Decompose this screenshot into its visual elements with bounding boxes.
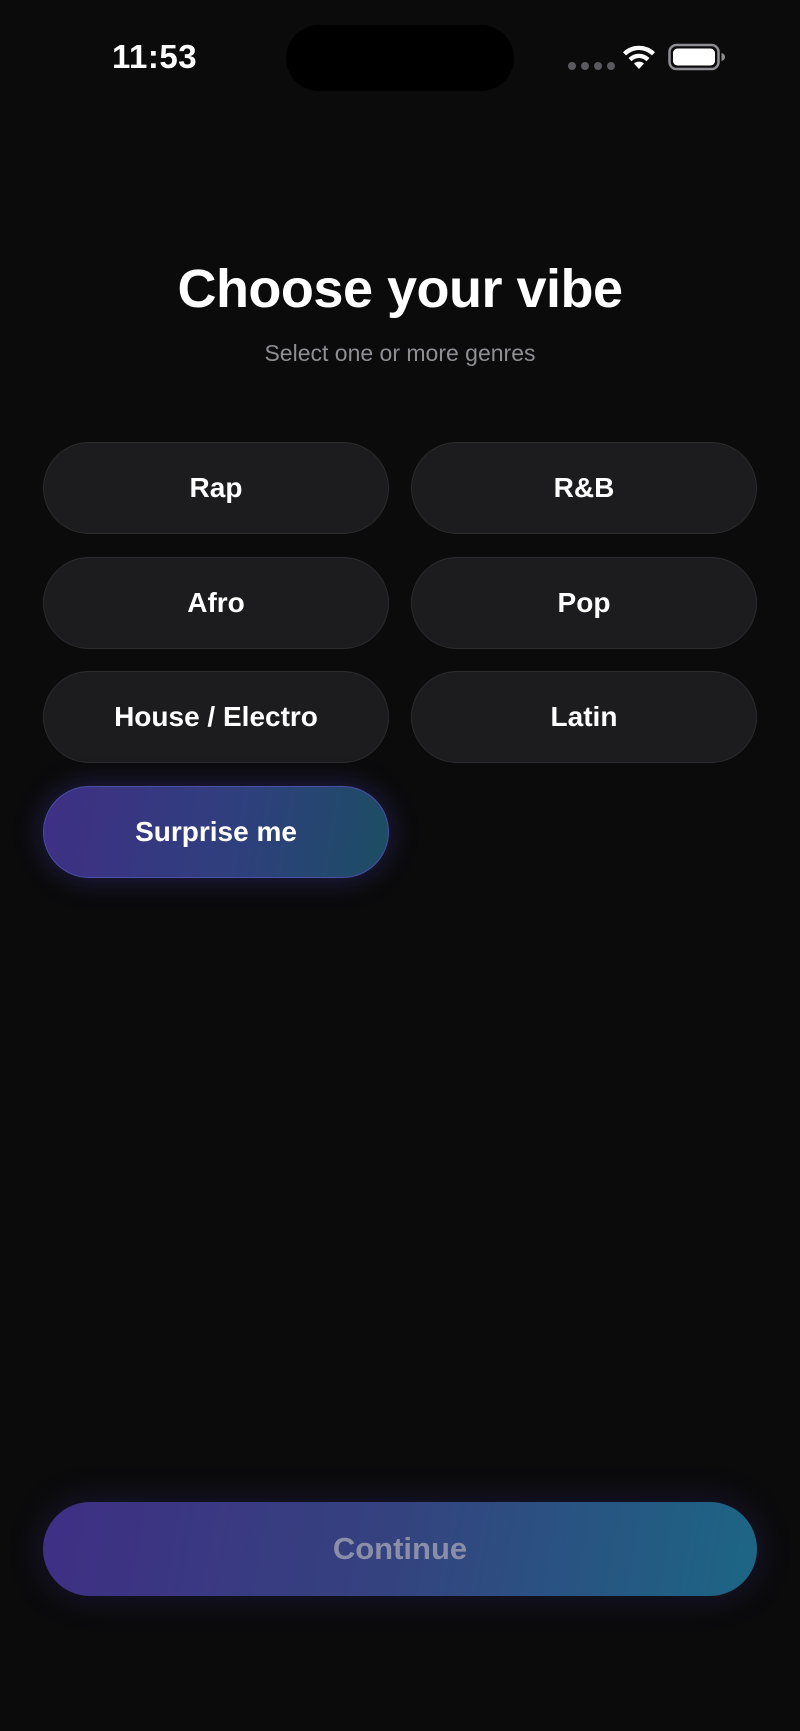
wifi-icon — [623, 45, 655, 69]
genre-pop-button[interactable]: Pop — [411, 557, 757, 649]
genre-rap-button[interactable]: Rap — [43, 442, 389, 534]
genre-house-electro-button[interactable]: House / Electro — [43, 671, 389, 763]
page-title: Choose your vibe — [177, 259, 623, 319]
genre-rnb-button[interactable]: R&B — [411, 442, 757, 534]
genre-afro-button[interactable]: Afro — [43, 557, 389, 649]
dynamic-island — [286, 25, 514, 91]
battery-icon — [668, 43, 725, 71]
genre-latin-button[interactable]: Latin — [411, 671, 757, 763]
surprise-me-button[interactable]: Surprise me — [43, 786, 389, 878]
page-subtitle: Select one or more genres — [264, 340, 536, 366]
signal-dots-icon — [568, 62, 615, 70]
status-time: 11:53 — [112, 38, 198, 75]
continue-button[interactable]: Continue — [43, 1502, 757, 1596]
